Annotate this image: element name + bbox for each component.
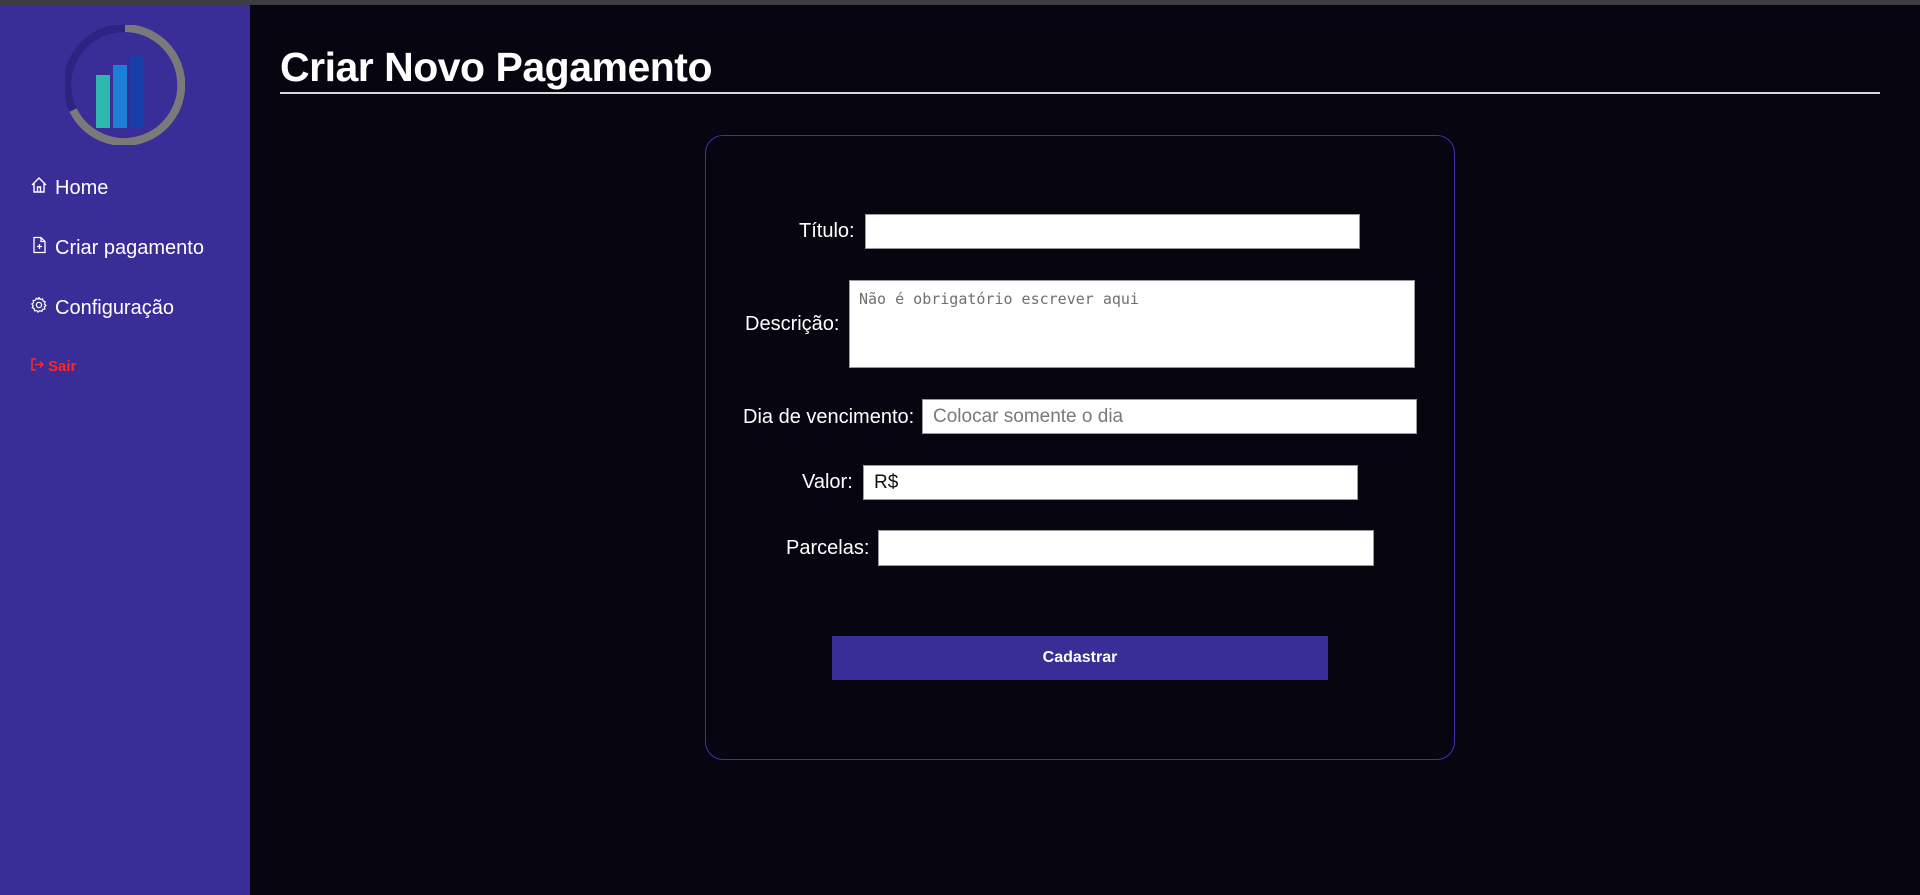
- logout-icon: [30, 357, 45, 376]
- titulo-label: Título:: [799, 220, 855, 242]
- sidebar-item-criar-pagamento[interactable]: Criar pagamento: [30, 236, 204, 260]
- sidebar-item-configuracao[interactable]: Configuração: [30, 296, 174, 320]
- home-icon: [30, 176, 48, 200]
- valor-label: Valor:: [802, 471, 853, 493]
- parcelas-label: Parcelas:: [786, 537, 870, 559]
- valor-field[interactable]: [863, 465, 1358, 500]
- sidebar-item-label: Sair: [48, 358, 77, 375]
- titulo-field[interactable]: [865, 214, 1360, 249]
- cadastrar-button[interactable]: Cadastrar: [832, 636, 1328, 680]
- sidebar-item-label: Configuração: [55, 296, 174, 319]
- descricao-label: Descrição:: [745, 313, 840, 335]
- descricao-field[interactable]: [849, 280, 1415, 368]
- sidebar-item-label: Criar pagamento: [55, 236, 204, 259]
- vencimento-label: Dia de vencimento:: [743, 406, 915, 428]
- title-divider: [280, 92, 1880, 94]
- gear-icon: [30, 296, 48, 320]
- page-title: Criar Novo Pagamento: [280, 44, 713, 90]
- vencimento-field[interactable]: [922, 399, 1417, 434]
- sidebar-item-label: Home: [55, 176, 109, 199]
- bar-chart-logo-icon: [63, 23, 186, 146]
- parcelas-field[interactable]: [878, 530, 1374, 566]
- sidebar-item-home[interactable]: Home: [30, 176, 108, 200]
- file-plus-icon: [30, 236, 48, 260]
- sidebar-item-sair[interactable]: Sair: [30, 357, 76, 376]
- sidebar: Home Criar pagamento Configuração Sair: [0, 5, 250, 895]
- browser-top-strip: [0, 0, 1920, 5]
